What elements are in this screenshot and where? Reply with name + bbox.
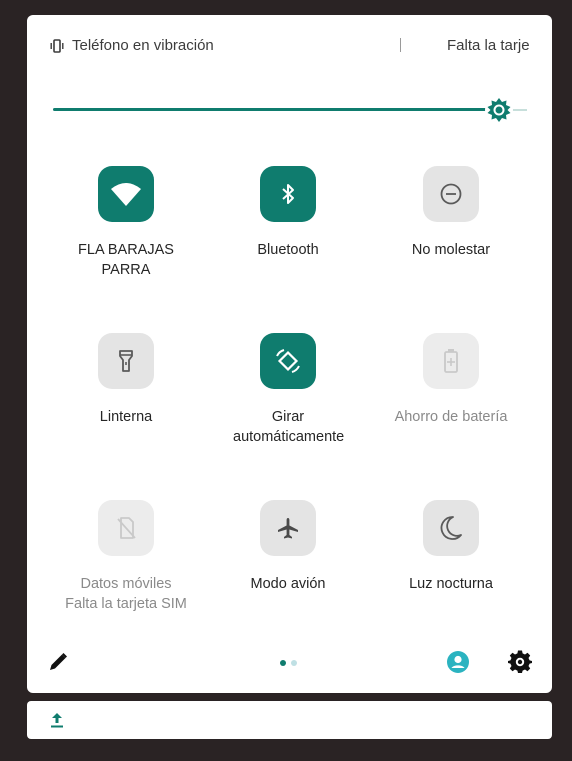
flashlight-tile-button[interactable] — [98, 333, 154, 389]
airplane-tile-button[interactable] — [260, 500, 316, 556]
notification-bar[interactable] — [27, 701, 552, 739]
tile-label-bluetooth: Bluetooth — [257, 242, 319, 258]
brightness-slider[interactable] — [53, 95, 527, 125]
mobile-data-icon — [117, 517, 136, 539]
tile-wifi[interactable]: FLA BARAJAS PARRA — [51, 166, 201, 280]
flashlight-icon — [119, 350, 133, 372]
bluetooth-tile-button[interactable] — [260, 166, 316, 222]
tile-mobile-data[interactable]: Datos móviles Falta la tarjeta SIM — [51, 500, 201, 614]
wifi-tile-button[interactable] — [98, 166, 154, 222]
bluetooth-icon — [282, 184, 294, 204]
do-not-disturb-icon — [440, 183, 462, 205]
status-row: Teléfono en vibración Falta la tarje — [27, 15, 552, 77]
gear-icon[interactable] — [508, 650, 532, 674]
vibrate-icon — [50, 38, 64, 53]
sim-status-label: Falta la tarje — [447, 37, 530, 54]
tile-do-not-disturb[interactable]: No molestar — [376, 166, 526, 260]
tile-airplane-mode[interactable]: Modo avión — [213, 500, 363, 594]
tile-label-night-light: Luz nocturna — [409, 576, 493, 592]
mobile-data-tile-button[interactable] — [98, 500, 154, 556]
upload-icon — [51, 713, 63, 728]
vibration-label: Teléfono en vibración — [72, 37, 214, 54]
tile-label-battery-saver: Ahorro de batería — [394, 409, 508, 425]
quick-settings-panel: Teléfono en vibración Falta la tarje FLA… — [27, 15, 552, 693]
tile-label-do-not-disturb: No molestar — [411, 242, 491, 258]
battery-saver-tile-button[interactable] — [423, 333, 479, 389]
tile-label-airplane-mode: Modo avión — [250, 576, 326, 592]
tile-label-flashlight: Linterna — [99, 409, 153, 425]
night-light-icon — [440, 516, 462, 540]
wifi-icon — [111, 183, 141, 206]
do-not-disturb-tile-button[interactable] — [423, 166, 479, 222]
page-indicator — [280, 660, 297, 666]
brightness-track — [53, 108, 487, 111]
tile-label-wifi: FLA BARAJAS PARRA — [78, 242, 174, 278]
page-dot — [291, 660, 297, 666]
panel-footer — [27, 639, 552, 683]
status-divider — [400, 38, 401, 52]
airplane-icon — [278, 518, 298, 539]
brightness-icon[interactable] — [484, 95, 514, 125]
night-light-tile-button[interactable] — [423, 500, 479, 556]
page-dot-active — [280, 660, 286, 666]
tile-label-mobile-data: Datos móviles Falta la tarjeta SIM — [65, 576, 187, 612]
tile-auto-rotate[interactable]: Girar automáticamente — [213, 333, 363, 447]
tile-label-auto-rotate: Girar automáticamente — [233, 409, 345, 445]
battery-saver-icon — [444, 349, 458, 373]
tile-flashlight[interactable]: Linterna — [51, 333, 201, 427]
vibration-status[interactable]: Teléfono en vibración — [49, 37, 214, 54]
edit-pencil-icon[interactable] — [47, 651, 69, 673]
auto-rotate-tile-button[interactable] — [260, 333, 316, 389]
tile-battery-saver[interactable]: Ahorro de batería — [376, 333, 526, 427]
tile-bluetooth[interactable]: Bluetooth — [213, 166, 363, 260]
user-account-icon[interactable] — [446, 650, 470, 674]
tile-night-light[interactable]: Luz nocturna — [376, 500, 526, 594]
auto-rotate-icon — [276, 349, 300, 373]
